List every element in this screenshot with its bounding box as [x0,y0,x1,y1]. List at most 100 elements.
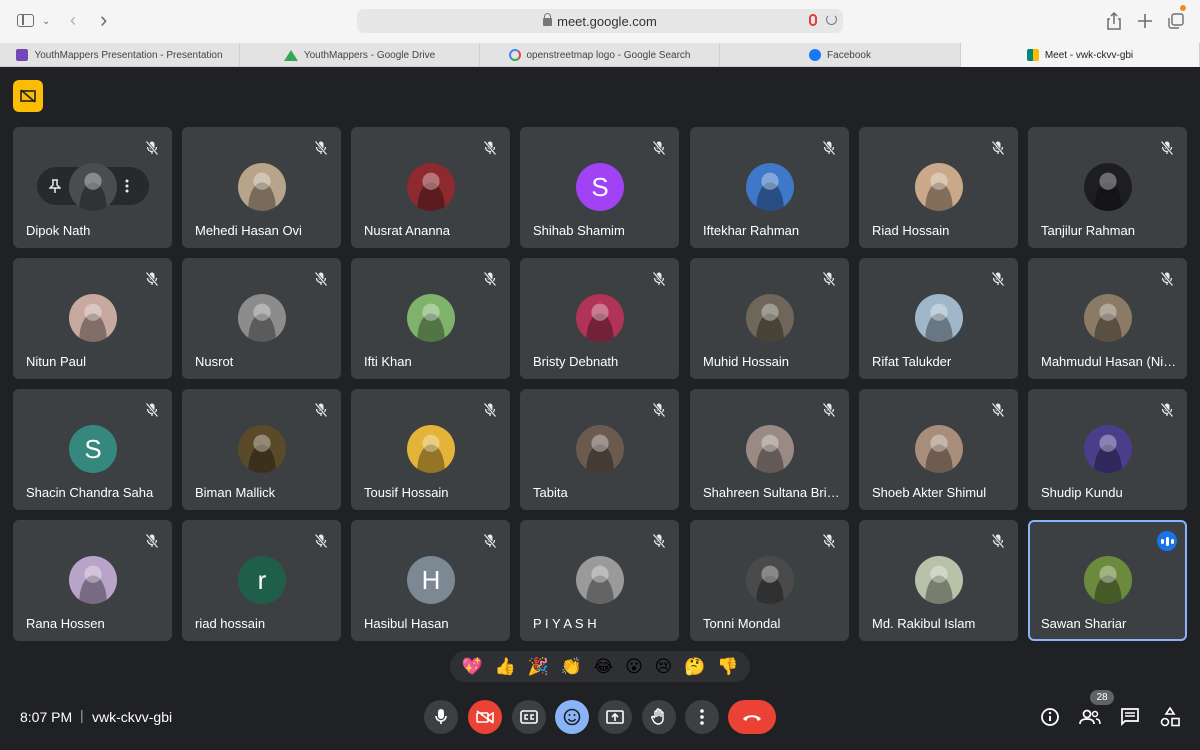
reaction-emoji-button[interactable]: 👏 [561,657,582,676]
reaction-emoji-button[interactable]: 🎉 [528,657,549,676]
chat-button[interactable] [1117,704,1143,730]
avatar [576,556,624,604]
participant-tile[interactable]: Shoeb Akter Shimul [859,389,1018,510]
more-vertical-icon [700,709,704,725]
microphone-in-use-icon[interactable] [809,14,817,26]
participant-tile[interactable]: Rana Hossen [13,520,172,641]
reaction-emoji-button[interactable]: 😮 [625,657,643,676]
avatar [238,425,286,473]
avatar [915,294,963,342]
captions-button[interactable] [512,700,546,734]
microphone-muted-icon [1160,402,1174,418]
participant-tile[interactable]: r riad hossain [182,520,341,641]
tab-label: openstreetmap logo - Google Search [526,49,691,61]
activities-button[interactable] [1157,704,1183,730]
camera-button[interactable] [468,700,502,734]
participant-tile[interactable]: Biman Mallick [182,389,341,510]
address-bar[interactable]: meet.google.com [357,9,843,33]
tab-facebook[interactable]: Facebook [720,43,961,67]
participant-tile[interactable]: Tousif Hossain [351,389,510,510]
participant-tile[interactable]: Tanjilur Rahman [1028,127,1187,248]
notification-dot [1180,5,1186,11]
reload-icon[interactable] [826,14,837,25]
avatar: S [576,163,624,211]
lock-icon [543,13,553,26]
avatar [746,556,794,604]
tab-meet[interactable]: Meet - vwk-ckvv-gbi [961,43,1200,67]
share-icon[interactable] [1107,12,1121,30]
participant-tile[interactable]: Bristy Debnath [520,258,679,379]
participant-tile[interactable]: Nusrot [182,258,341,379]
avatar [915,556,963,604]
participant-tile[interactable]: Riad Hossain [859,127,1018,248]
tab-presentation[interactable]: YouthMappers Presentation - Presentation [0,43,240,67]
participant-name: Tanjilur Rahman [1041,223,1135,238]
reaction-emoji-button[interactable]: 🤔 [684,657,705,676]
participant-tile[interactable]: H Hasibul Hasan [351,520,510,641]
participant-name: Dipok Nath [26,223,91,238]
participant-name: Biman Mallick [195,485,276,500]
reaction-emoji-button[interactable]: 💖 [462,657,483,676]
back-arrow-icon[interactable]: ‹ [70,11,76,29]
participant-tile[interactable]: Sawan Shariar [1028,520,1187,641]
participant-tile[interactable]: Md. Rakibul Islam [859,520,1018,641]
tab-overview-icon[interactable] [1168,13,1184,29]
reaction-emoji-button[interactable]: 😢 [655,657,673,676]
info-icon [1041,708,1059,726]
participant-tile[interactable]: P I Y A S H [520,520,679,641]
participant-tile[interactable]: Shahreen Sultana Bristy [690,389,849,510]
microphone-muted-icon [314,533,328,549]
participant-name: P I Y A S H [533,616,597,631]
tab-label: Meet - vwk-ckvv-gbi [1044,49,1134,61]
participant-tile[interactable]: S Shacin Chandra Saha [13,389,172,510]
participant-tile[interactable]: Tonni Mondal [690,520,849,641]
participant-tile[interactable]: Iftekhar Rahman [690,127,849,248]
camera-off-icon [476,710,494,724]
meeting-details-button[interactable] [1037,704,1063,730]
present-screen-button[interactable] [598,700,632,734]
microphone-button[interactable] [424,700,458,734]
tab-label: Facebook [827,49,871,61]
participant-tile[interactable]: Ifti Khan [351,258,510,379]
reaction-emoji-button[interactable]: 😂 [593,657,613,676]
participant-tile[interactable]: Tabita [520,389,679,510]
participant-name: Nitun Paul [26,354,86,369]
participant-tile[interactable]: Rifat Talukder [859,258,1018,379]
participant-tile[interactable]: Nusrat Ananna [351,127,510,248]
participant-tile[interactable]: Mahmudul Hasan (Nipun) [1028,258,1187,379]
participant-tile[interactable]: Shudip Kundu [1028,389,1187,510]
tab-google-search[interactable]: openstreetmap logo - Google Search [480,43,720,67]
tab-label: YouthMappers - Google Drive [303,49,436,61]
presenting-indicator-button[interactable] [13,80,43,112]
avatar [69,556,117,604]
avatar [407,163,455,211]
url-text: meet.google.com [557,14,657,29]
reaction-emoji-button[interactable]: 👎 [717,657,738,676]
microphone-muted-icon [822,533,836,549]
participant-tile[interactable]: Nitun Paul [13,258,172,379]
leave-call-button[interactable] [728,700,776,734]
pin-icon[interactable] [49,179,61,193]
participant-tile[interactable]: Mehedi Hasan Ovi [182,127,341,248]
chevron-down-icon[interactable]: ⌄ [42,13,50,31]
raise-hand-button[interactable] [642,700,676,734]
participant-name: Sawan Shariar [1041,616,1127,631]
participant-name: Nusrot [195,354,234,369]
participant-name: Hasibul Hasan [364,616,449,631]
reaction-emoji-button[interactable]: 👍 [495,657,516,676]
tab-google-drive[interactable]: YouthMappers - Google Drive [240,43,480,67]
more-vertical-icon[interactable] [125,179,129,193]
sidebar-toggle-icon[interactable] [17,14,34,27]
microphone-muted-icon [1160,140,1174,156]
forward-arrow-icon[interactable]: › [100,9,107,31]
drive-icon [283,49,298,61]
microphone-muted-icon [145,271,159,287]
more-options-button[interactable] [685,700,719,734]
new-tab-icon[interactable] [1138,14,1152,28]
reactions-button[interactable] [555,700,589,734]
participant-name: Nusrat Ananna [364,223,451,238]
people-button[interactable] [1077,704,1103,730]
participant-tile[interactable]: Dipok Nath [13,127,172,248]
participant-tile[interactable]: Muhid Hossain [690,258,849,379]
participant-tile[interactable]: S Shihab Shamim [520,127,679,248]
